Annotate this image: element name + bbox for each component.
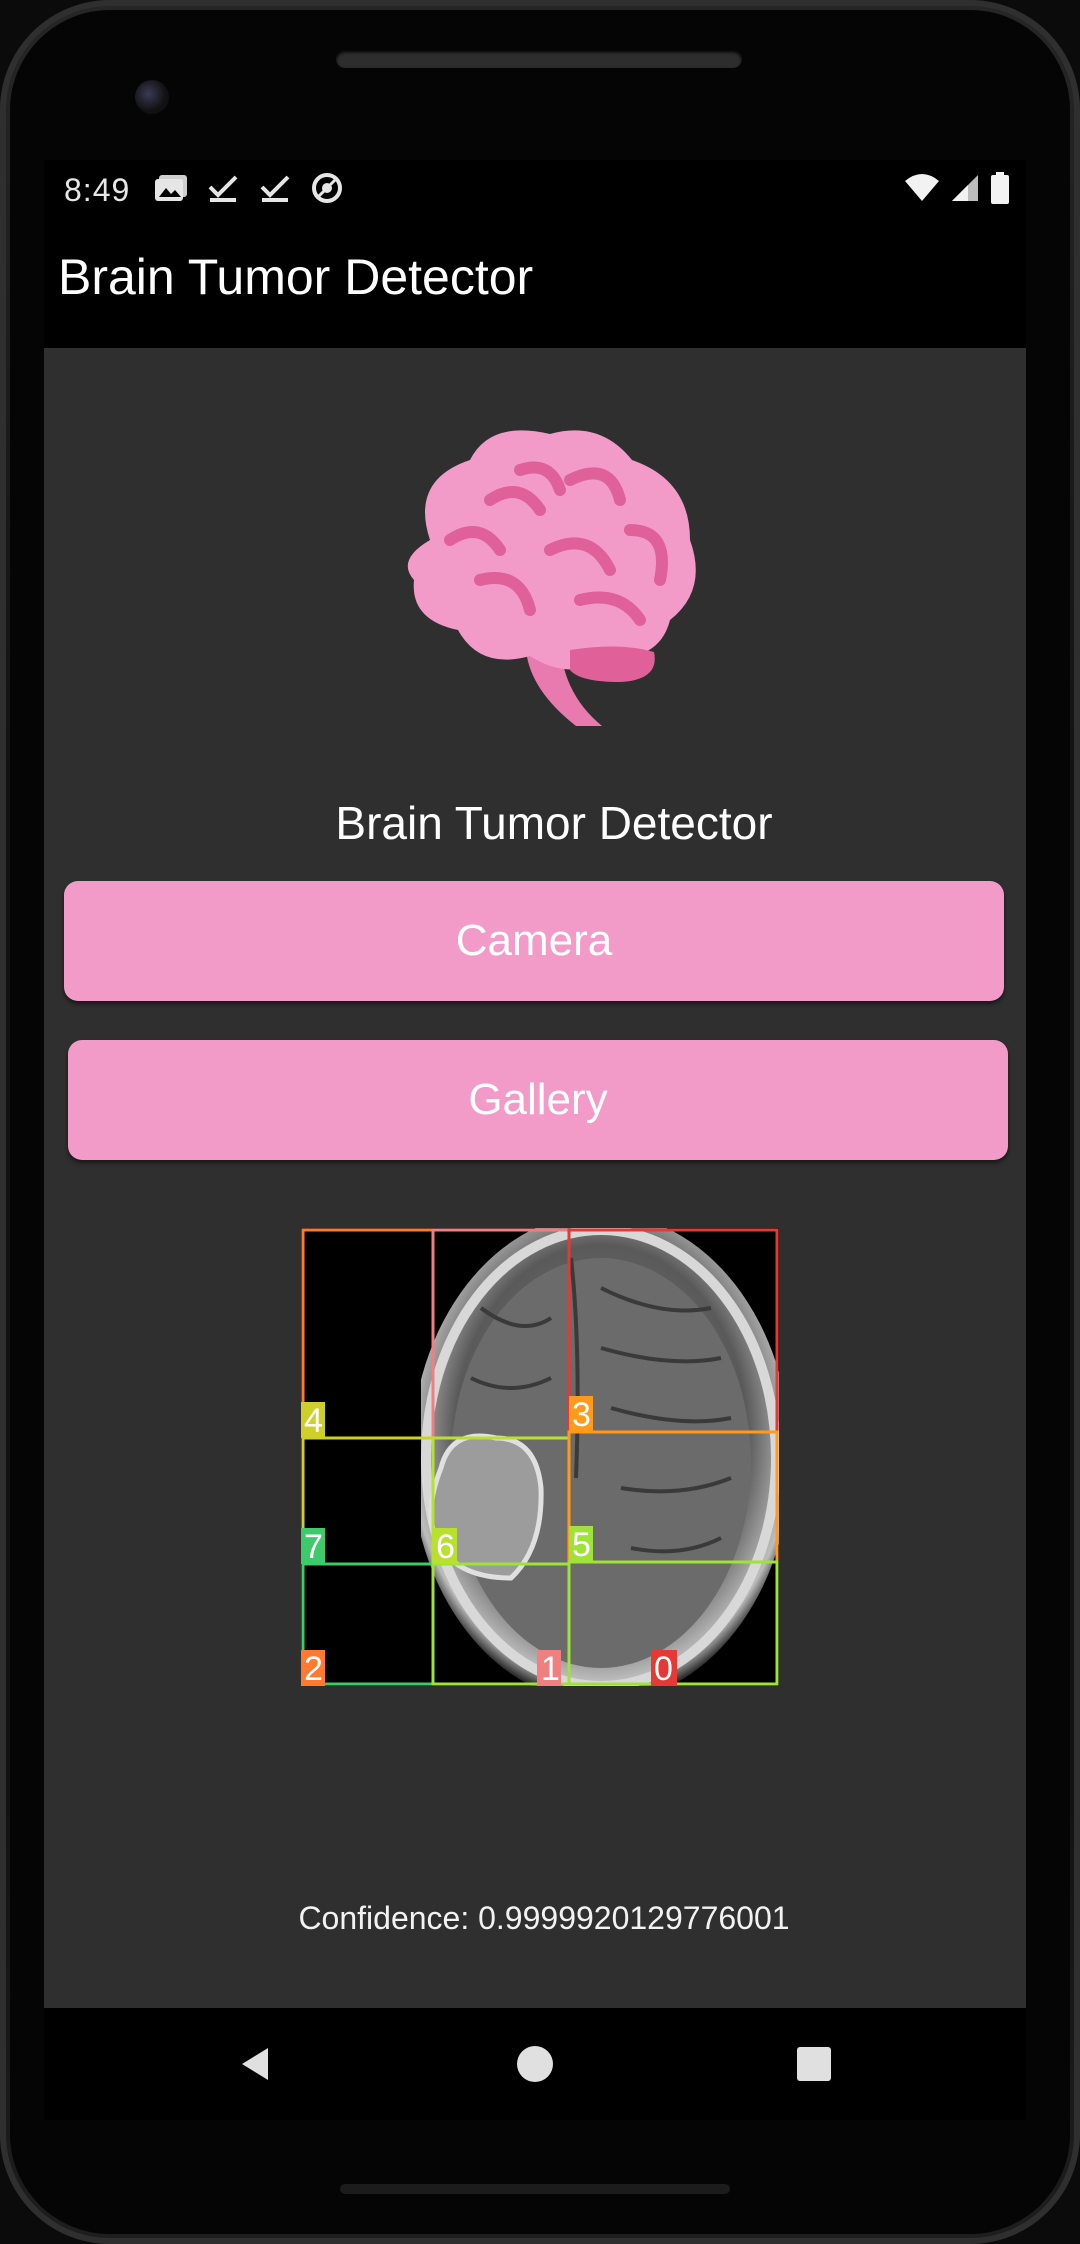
back-button[interactable] [228, 2036, 284, 2092]
wifi-icon [904, 173, 940, 208]
detection-label-5: 5 [572, 1526, 591, 1564]
home-button[interactable] [507, 2036, 563, 2092]
recents-button[interactable] [786, 2036, 842, 2092]
detection-label-7: 7 [304, 1528, 323, 1566]
detection-label-2: 2 [304, 1650, 323, 1686]
gallery-button[interactable]: Gallery [68, 1040, 1008, 1160]
signal-icon [950, 173, 980, 208]
status-bar: 8:49 [44, 160, 1026, 216]
download-done-icon [256, 172, 294, 204]
app-bar-title: Brain Tumor Detector [58, 249, 534, 305]
system-icons [904, 172, 1010, 209]
camera-button[interactable]: Camera [64, 881, 1004, 1001]
main-content: Brain Tumor Detector Camera Gallery 4 3 … [44, 348, 1026, 2008]
navigation-bar [44, 2008, 1026, 2120]
confidence-text: Confidence: 0.9999920129776001 [298, 1900, 790, 1936]
earpiece-speaker [336, 50, 742, 68]
vpn-key-icon [308, 172, 346, 204]
home-icon [517, 2046, 553, 2082]
phone-frame: 8:49 Brain Tumor Detector Brain Tumor De… [0, 0, 1080, 2244]
back-icon [242, 2048, 268, 2080]
gallery-icon [152, 172, 190, 204]
detection-label-1: 1 [541, 1650, 560, 1686]
page-title: Brain Tumor Detector [335, 797, 773, 849]
mri-result-image: 4 3 7 6 5 2 1 0 [301, 1228, 779, 1686]
bottom-speaker-grille [340, 2184, 730, 2194]
brain-icon [370, 420, 710, 730]
detection-label-0: 0 [654, 1650, 673, 1686]
detection-label-3: 3 [572, 1396, 591, 1434]
app-bar: Brain Tumor Detector [44, 216, 1026, 348]
notification-icons [152, 172, 346, 204]
recents-icon [797, 2047, 831, 2081]
front-camera-icon [135, 80, 169, 114]
status-time: 8:49 [64, 172, 131, 208]
download-done-icon [204, 172, 242, 204]
detection-label-6: 6 [436, 1528, 455, 1566]
battery-icon [990, 172, 1010, 209]
detection-label-4: 4 [304, 1402, 323, 1440]
screen: 8:49 Brain Tumor Detector Brain Tumor De… [44, 160, 1026, 2120]
